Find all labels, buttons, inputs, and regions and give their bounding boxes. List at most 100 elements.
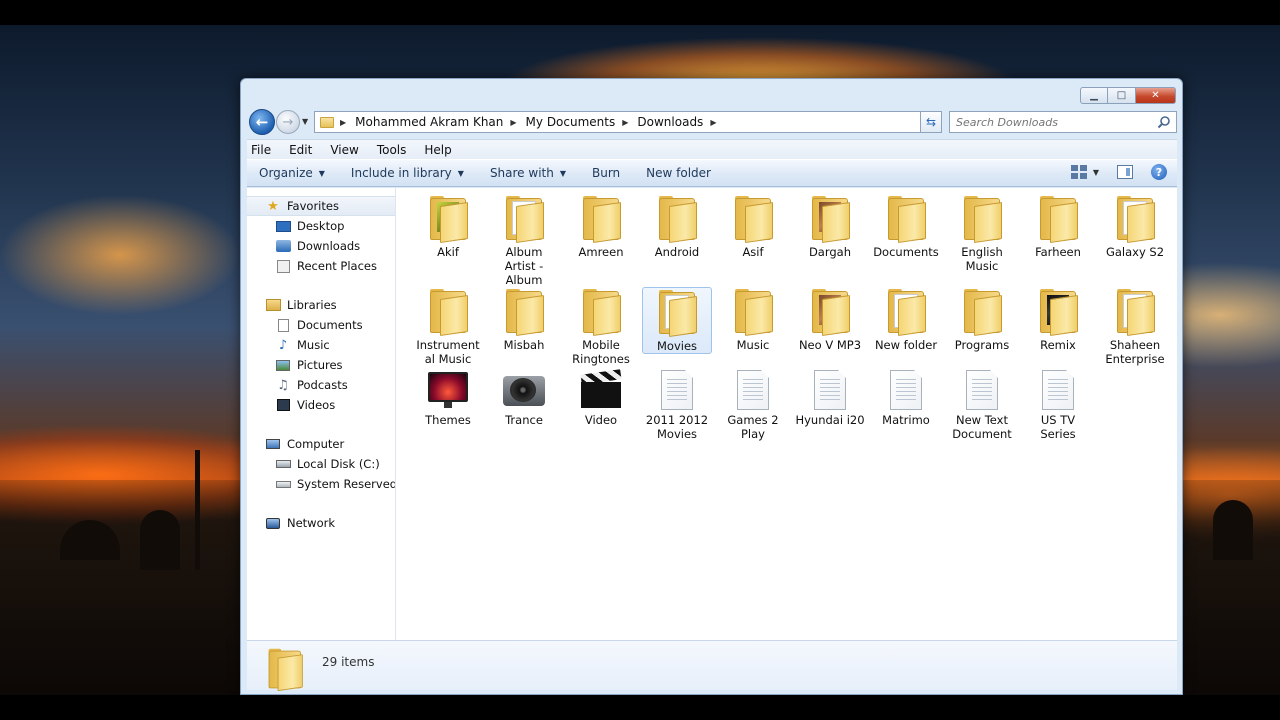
file-item[interactable]: Neo V MP3 <box>795 287 865 352</box>
file-item[interactable]: Dargah <box>795 194 865 259</box>
file-name: Hyundai i20 <box>795 413 865 427</box>
sidebar-network[interactable]: Network <box>247 513 395 533</box>
file-name: Akif <box>437 245 459 259</box>
file-item[interactable]: Music <box>718 287 788 352</box>
file-item[interactable]: Video <box>566 366 636 427</box>
file-item[interactable]: Album Artist - Album <box>489 194 559 287</box>
sidebar-favorites[interactable]: ★ Favorites <box>247 196 395 216</box>
file-name: Album Artist - Album <box>504 245 544 287</box>
folder-icon <box>1113 289 1157 336</box>
folder-icon <box>502 289 546 336</box>
file-item[interactable]: English Music <box>947 194 1017 273</box>
menu-file[interactable]: File <box>247 143 280 157</box>
breadcrumb-item[interactable]: Downloads ▶ <box>637 115 725 129</box>
file-item[interactable]: Programs <box>947 287 1017 352</box>
sidebar-item-recent-places[interactable]: Recent Places <box>247 256 395 276</box>
file-item[interactable]: Misbah <box>489 287 559 352</box>
file-item[interactable]: Hyundai i20 <box>795 366 865 427</box>
file-item[interactable]: Android <box>642 194 712 259</box>
sidebar-item-music[interactable]: ♪ Music <box>247 335 395 355</box>
menu-view[interactable]: View <box>321 143 367 157</box>
sidebar-libraries[interactable]: Libraries <box>247 295 395 315</box>
computer-icon <box>265 437 281 451</box>
new-folder-button[interactable]: New folder <box>633 166 724 180</box>
sidebar-item-videos[interactable]: Videos <box>247 395 395 415</box>
preview-pane-icon[interactable] <box>1117 165 1133 179</box>
search-input[interactable] <box>956 113 1156 131</box>
file-name: 2011 2012 Movies <box>645 413 709 441</box>
maximize-button[interactable]: □ <box>1108 87 1136 104</box>
file-name: Matrimo <box>882 413 930 427</box>
file-item[interactable]: Akif <box>413 194 483 259</box>
file-item[interactable]: Movies <box>642 287 712 354</box>
include-in-library-button[interactable]: Include in library ▼ <box>338 166 477 180</box>
file-item[interactable]: Themes <box>413 366 483 427</box>
file-item[interactable]: US TV Series <box>1023 366 1093 441</box>
file-name: Android <box>654 245 700 259</box>
recent-places-icon <box>275 259 291 273</box>
forward-button[interactable]: → <box>276 110 300 134</box>
chevron-down-icon: ▼ <box>457 168 464 178</box>
chevron-down-icon: ▼ <box>559 168 566 178</box>
file-item[interactable]: 2011 2012 Movies <box>642 366 712 441</box>
navigation-pane: ★ Favorites Desktop Downloads Recent Plac… <box>247 188 396 640</box>
folder-icon <box>808 196 852 243</box>
folder-icon <box>579 289 623 336</box>
file-item[interactable]: New folder <box>871 287 941 352</box>
sidebar-item-desktop[interactable]: Desktop <box>247 216 395 236</box>
close-button[interactable]: ✕ <box>1136 87 1176 104</box>
menu-bar: File Edit View Tools Help <box>247 139 1177 159</box>
chevron-down-icon: ▼ <box>318 168 325 178</box>
documents-icon <box>275 318 291 332</box>
file-item[interactable]: Trance <box>489 366 559 427</box>
file-item[interactable]: Matrimo <box>871 366 941 427</box>
sidebar-item-downloads[interactable]: Downloads <box>247 236 395 256</box>
text-document-icon <box>737 370 769 410</box>
back-button[interactable]: ← <box>249 109 275 135</box>
minimize-button[interactable]: ▁ <box>1080 87 1108 104</box>
share-with-button[interactable]: Share with ▼ <box>477 166 579 180</box>
file-item[interactable]: Remix <box>1023 287 1093 352</box>
refresh-button[interactable]: ⇆ <box>920 111 942 133</box>
sidebar-item-system-reserved-f[interactable]: System Reserved (F:) <box>247 474 395 494</box>
file-item[interactable]: New Text Document <box>947 366 1017 441</box>
search-icon[interactable] <box>1157 115 1171 129</box>
file-item[interactable]: Galaxy S2 <box>1100 194 1170 259</box>
organize-button[interactable]: Organize ▼ <box>247 166 338 180</box>
folder-icon <box>1036 196 1080 243</box>
breadcrumb-sep-root[interactable]: ▶ <box>340 118 355 127</box>
folder-icon <box>426 196 470 243</box>
breadcrumb-item[interactable]: Mohammed Akram Khan ▶ <box>355 115 525 129</box>
recent-pages-dropdown[interactable]: ▼ <box>302 117 308 126</box>
file-item[interactable]: Games 2 Play <box>718 366 788 441</box>
breadcrumb-item[interactable]: My Documents ▶ <box>526 115 638 129</box>
view-options-dropdown[interactable]: ▼ <box>1093 168 1099 177</box>
change-view-icon[interactable] <box>1070 165 1087 179</box>
libraries-icon <box>265 298 281 312</box>
menu-edit[interactable]: Edit <box>280 143 321 157</box>
file-item[interactable]: Amreen <box>566 194 636 259</box>
file-item[interactable]: Asif <box>718 194 788 259</box>
help-icon[interactable]: ? <box>1151 164 1167 180</box>
title-bar[interactable]: ▁ □ ✕ <box>241 79 1182 107</box>
folder-icon <box>1036 289 1080 336</box>
sidebar-item-pictures[interactable]: Pictures <box>247 355 395 375</box>
search-box[interactable] <box>949 111 1177 133</box>
folder-icon <box>579 196 623 243</box>
sidebar-item-local-disk-c[interactable]: Local Disk (C:) <box>247 454 395 474</box>
menu-help[interactable]: Help <box>415 143 460 157</box>
file-name: Dargah <box>808 245 852 259</box>
downloads-icon <box>275 239 291 253</box>
address-bar[interactable]: ▶ Mohammed Akram Khan ▶ My Documents ▶ Dow… <box>314 111 942 133</box>
burn-button[interactable]: Burn <box>579 166 633 180</box>
file-list-view[interactable]: Akif Album Artist - Album Amreen Android Asi… <box>396 188 1177 640</box>
menu-tools[interactable]: Tools <box>368 143 416 157</box>
sidebar-item-documents[interactable]: Documents <box>247 315 395 335</box>
file-item[interactable]: Mobile Ringtones <box>566 287 636 366</box>
sidebar-computer[interactable]: Computer <box>247 434 395 454</box>
file-item[interactable]: Shaheen Enterprise <box>1100 287 1170 366</box>
file-item[interactable]: Farheen <box>1023 194 1093 259</box>
file-item[interactable]: Documents <box>871 194 941 259</box>
sidebar-item-podcasts[interactable]: ♫ Podcasts <box>247 375 395 395</box>
file-item[interactable]: Instrumental Music <box>413 287 483 366</box>
